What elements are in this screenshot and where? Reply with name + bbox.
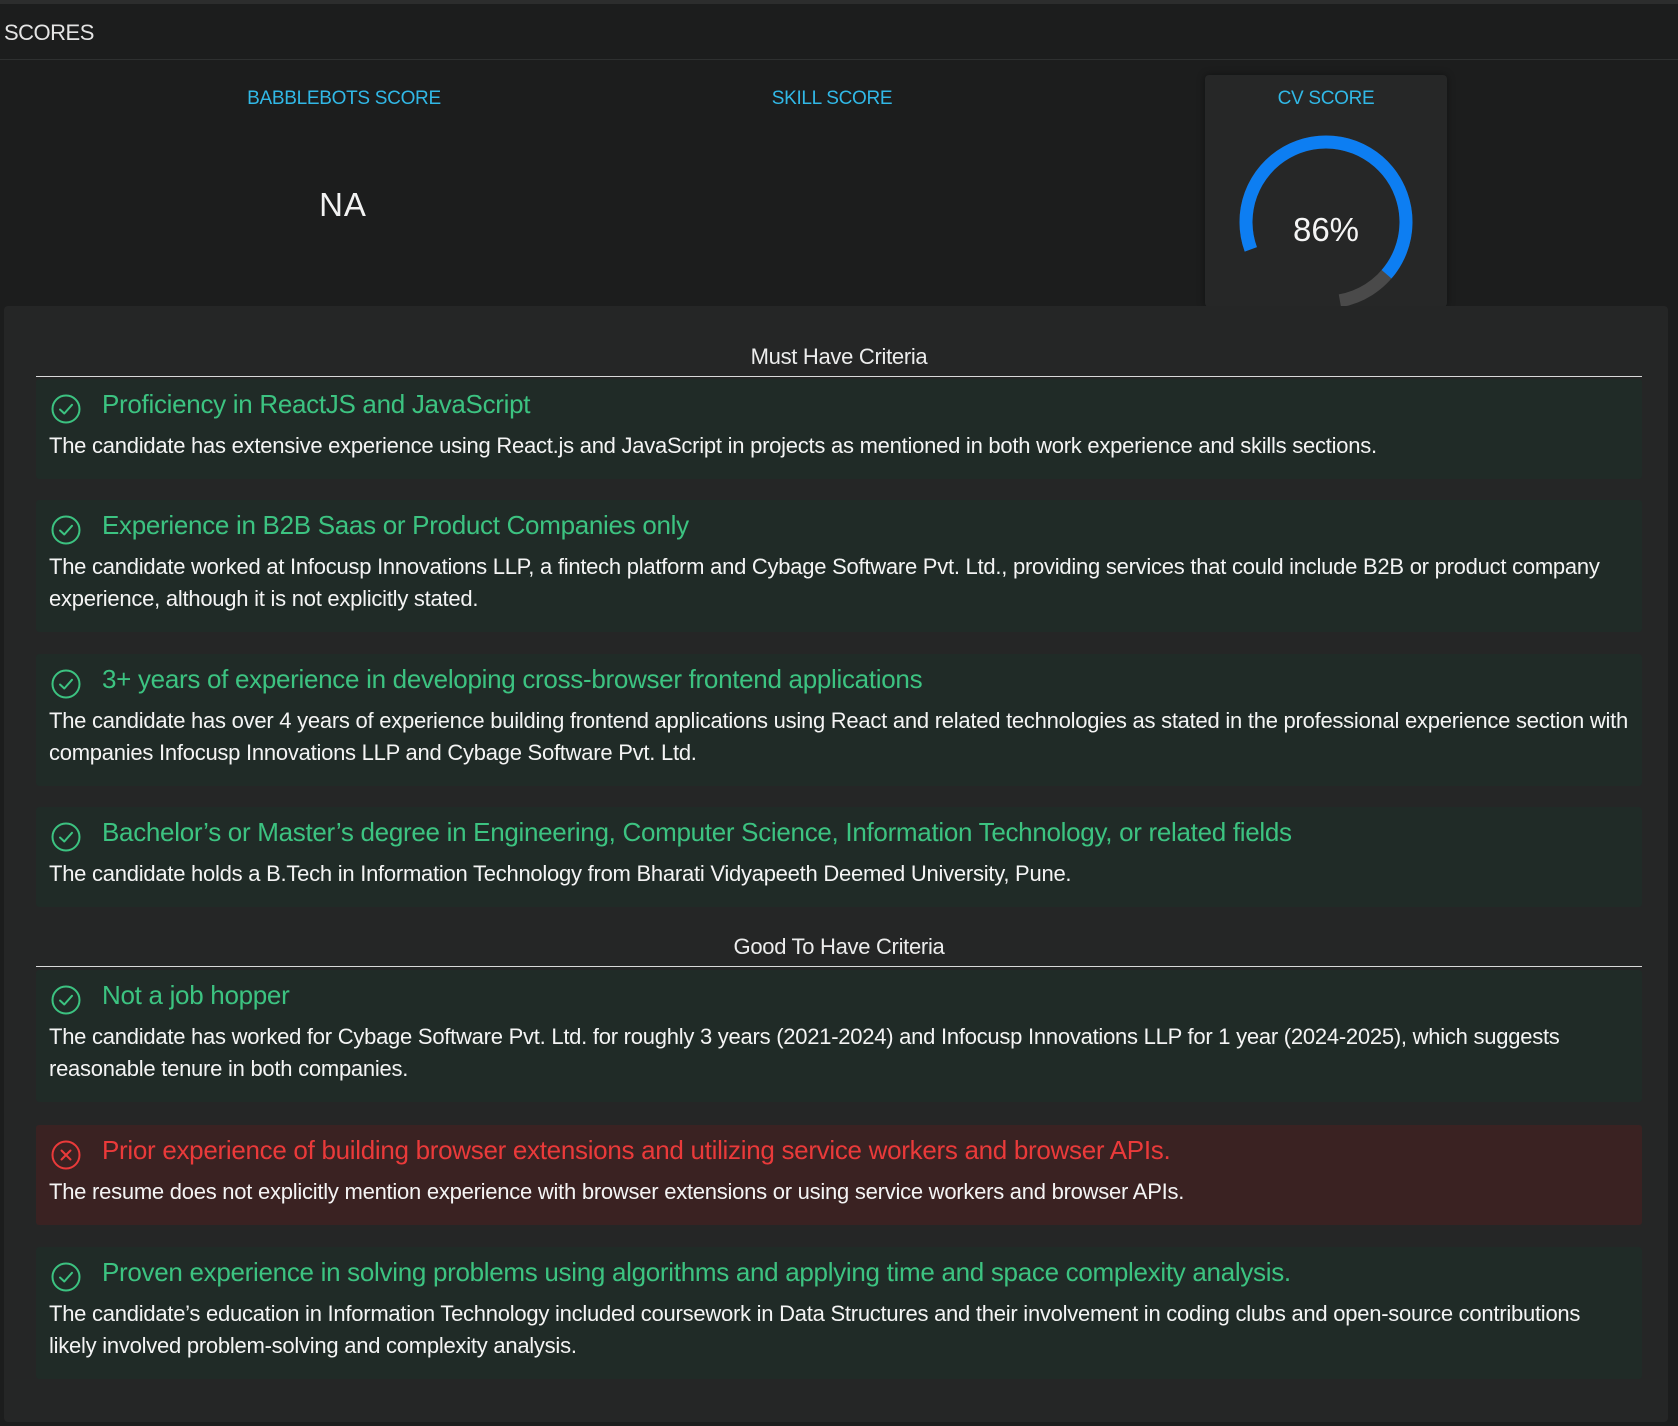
criterion-title: 3+ years of experience in developing cro… bbox=[102, 664, 923, 694]
check-circle-icon bbox=[51, 985, 81, 1015]
babblebots-score-label: BABBLEBOTS SCORE bbox=[247, 88, 441, 109]
check-circle-icon bbox=[51, 394, 81, 424]
must-have-title: Must Have Criteria bbox=[750, 344, 928, 369]
criterion-description: The candidate has over 4 years of experi… bbox=[49, 708, 1628, 765]
check-circle-icon bbox=[51, 515, 81, 545]
criterion-item: 3+ years of experience in developing cro… bbox=[36, 654, 1642, 786]
page-title: SCORES bbox=[4, 20, 94, 45]
good-to-have-divider bbox=[36, 966, 1642, 967]
skill-score-label: SKILL SCORE bbox=[771, 88, 893, 109]
criterion-description: The candidate holds a B.Tech in Informat… bbox=[49, 861, 1072, 886]
good-to-have-title: Good To Have Criteria bbox=[733, 934, 945, 959]
criteria-panel: Must Have Criteria Proficiency in ReactJ… bbox=[4, 306, 1668, 1422]
x-circle-icon bbox=[51, 1140, 81, 1170]
cv-score-label: CV SCORE bbox=[1277, 88, 1375, 109]
gauge-fill bbox=[1239, 135, 1413, 279]
criterion-item: Not a job hopper The candidate has worke… bbox=[36, 970, 1642, 1102]
criterion-title: Not a job hopper bbox=[102, 980, 290, 1010]
criterion-description: The candidate’s education in Information… bbox=[49, 1301, 1581, 1358]
criterion-item: Proven experience in solving problems us… bbox=[36, 1247, 1642, 1379]
criterion-title: Bachelor’s or Master’s degree in Enginee… bbox=[102, 817, 1292, 847]
criterion-title: Experience in B2B Saas or Product Compan… bbox=[102, 510, 689, 540]
cv-score-card: CV SCORE 86% bbox=[1205, 75, 1447, 308]
scores-header: SCORES bbox=[0, 4, 1678, 60]
must-have-divider bbox=[36, 376, 1642, 377]
criterion-title: Proven experience in solving problems us… bbox=[102, 1257, 1291, 1287]
check-circle-icon bbox=[51, 669, 81, 699]
criterion-description: The candidate has extensive experience u… bbox=[49, 433, 1377, 458]
criterion-title: Proficiency in ReactJS and JavaScript bbox=[102, 389, 531, 419]
criterion-item: Prior experience of building browser ext… bbox=[36, 1125, 1642, 1225]
criterion-description: The resume does not explicitly mention e… bbox=[49, 1179, 1185, 1204]
criterion-title: Prior experience of building browser ext… bbox=[102, 1135, 1171, 1165]
check-circle-icon bbox=[51, 822, 81, 852]
criterion-description: The candidate worked at Infocusp Innovat… bbox=[49, 554, 1600, 611]
cv-score-value: 86% bbox=[1292, 211, 1360, 248]
babblebots-score-value: NA bbox=[319, 186, 367, 223]
criterion-item: Proficiency in ReactJS and JavaScript Th… bbox=[36, 379, 1642, 479]
criterion-description: The candidate has worked for Cybage Soft… bbox=[49, 1024, 1560, 1081]
criterion-item: Experience in B2B Saas or Product Compan… bbox=[36, 500, 1642, 632]
check-circle-icon bbox=[51, 1262, 81, 1292]
criterion-item: Bachelor’s or Master’s degree in Enginee… bbox=[36, 807, 1642, 907]
